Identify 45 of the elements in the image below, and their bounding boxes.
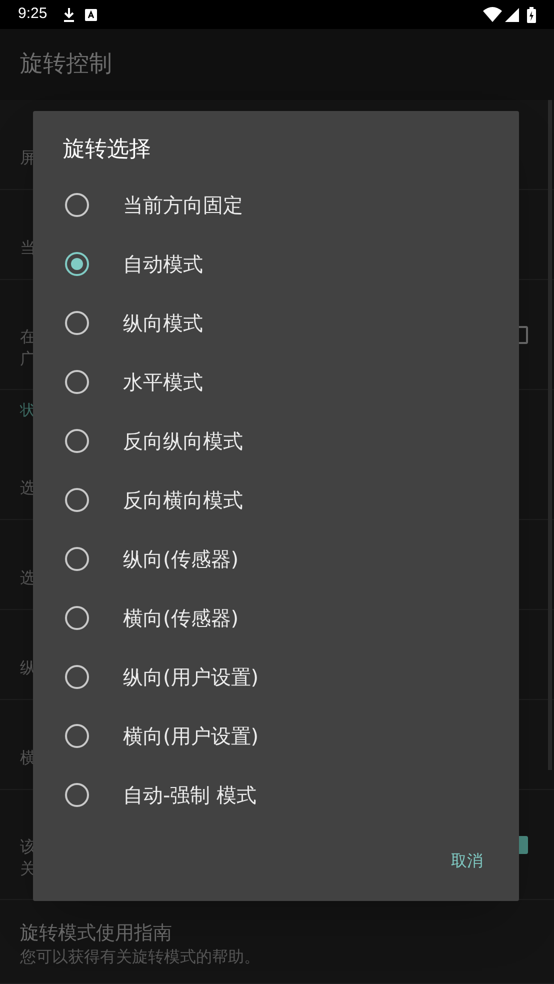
notification-icon [85,8,98,20]
radio-button[interactable] [65,488,89,512]
radio-option[interactable]: 自动-强制 模式 [33,765,519,824]
setting-summary: 您可以获得有关旋转模式的帮助。 [20,946,260,968]
radio-option[interactable]: 纵向(传感器) [33,529,519,588]
radio-option[interactable]: 反向纵向模式 [33,411,519,470]
option-label: 自动模式 [123,250,203,278]
radio-option[interactable]: 当前方向固定 [33,175,519,234]
radio-option[interactable]: 水平模式 [33,352,519,411]
option-label: 自动-强制 模式 [123,782,257,808]
signal-icon [505,8,519,22]
radio-button[interactable] [65,546,89,570]
app-title: 旋转控制 [20,50,112,80]
wifi-icon [483,7,502,22]
radio-button[interactable] [65,724,89,748]
setting-title: 旋转模式使用指南 [20,921,172,946]
radio-option[interactable]: 横向(传感器) [33,588,519,647]
option-label: 横向(用户设置) [123,722,259,750]
option-label: 纵向(传感器) [123,546,239,572]
radio-option[interactable]: 纵向(用户设置) [33,647,519,706]
radio-button[interactable] [65,428,89,452]
radio-option[interactable]: 横向(用户设置) [33,706,519,765]
option-label: 横向(传感器) [123,604,239,632]
option-label: 当前方向固定 [123,192,243,218]
radio-button[interactable] [65,606,89,630]
radio-button[interactable] [65,252,89,276]
option-label: 纵向(用户设置) [123,664,259,690]
option-label: 反向纵向模式 [123,428,243,454]
radio-button[interactable] [65,370,89,394]
radio-option[interactable]: 自动模式 [33,234,519,293]
radio-button[interactable] [65,782,89,806]
option-label: 反向横向模式 [123,486,243,514]
option-label: 纵向模式 [123,310,203,336]
option-label: 水平模式 [123,368,203,396]
status-time: 9:25 [18,4,48,24]
dialog-title: 旋转选择 [63,136,151,164]
radio-button[interactable] [65,310,89,334]
download-icon [63,8,76,22]
radio-option[interactable]: 反向横向模式 [33,470,519,529]
radio-button[interactable] [65,192,89,216]
cancel-button[interactable]: 取消 [443,841,491,881]
battery-icon [527,6,536,22]
radio-button[interactable] [65,664,89,688]
category-header: 状 [20,400,35,421]
radio-option[interactable]: 纵向模式 [33,293,519,352]
